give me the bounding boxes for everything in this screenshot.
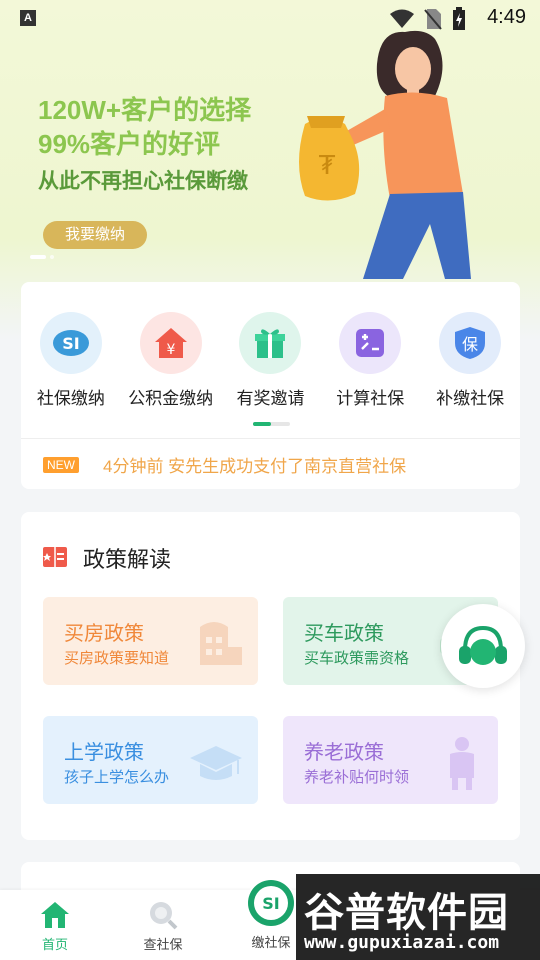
- svg-text:¥: ¥: [166, 342, 175, 358]
- policy-subtitle: 养老补贴何时领: [304, 769, 410, 786]
- policy-title: 养老政策: [304, 742, 384, 764]
- policy-house[interactable]: 买房政策 买房政策要知道: [43, 597, 258, 685]
- news-text: 4分钟前 安先生成功支付了南京直营社保: [103, 457, 407, 476]
- search-icon: [150, 902, 178, 930]
- tab-label: 首页: [41, 937, 68, 952]
- calculator-icon: [339, 312, 402, 374]
- svg-text:SI: SI: [62, 334, 79, 353]
- service-back-pay[interactable]: 保 补缴社保: [420, 312, 520, 409]
- service-label: 计算社保: [336, 389, 405, 408]
- gift-icon: [239, 312, 302, 374]
- policy-subtitle: 买房政策要知道: [64, 650, 170, 667]
- new-badge: NEW: [43, 456, 79, 473]
- watermark-url: www.gupuxiazai.com: [304, 932, 500, 953]
- policy-subtitle: 孩子上学怎么办: [64, 769, 170, 786]
- policy-book-icon: [43, 547, 67, 567]
- si-logo-icon: SI: [248, 880, 294, 926]
- policy-card: 政策解读 买房政策 买房政策要知道 买车政策 买车政策需资格 上学政策 孩子上学…: [21, 512, 520, 840]
- tab-home[interactable]: 首页: [10, 900, 100, 953]
- service-label: 有奖邀请: [236, 389, 305, 408]
- banner-headline-2: 99%客户的好评: [38, 129, 221, 159]
- policy-title: 买房政策: [64, 623, 144, 645]
- service-label: 社保缴纳: [36, 389, 105, 408]
- headset-icon: [459, 625, 507, 665]
- site-watermark: 谷普软件园 www.gupuxiazai.com: [296, 874, 540, 960]
- banner-indicator: [30, 255, 54, 259]
- pay-insurance-center-button[interactable]: SI: [246, 878, 296, 928]
- banner-dot-active: [30, 255, 46, 259]
- divider: [21, 438, 520, 439]
- service-calculate[interactable]: 计算社保: [320, 312, 420, 409]
- service-invite-reward[interactable]: 有奖邀请: [221, 312, 321, 409]
- building-icon: [200, 622, 242, 665]
- shield-bao-icon: 保: [439, 312, 502, 374]
- si-logo-icon: SI: [39, 312, 102, 374]
- services-card: SI 社保缴纳 ¥ 公积金缴纳 有奖邀请 计算社保 保 补缴社保 NEW 4分钟…: [21, 282, 520, 489]
- customer-service-button[interactable]: [441, 604, 525, 688]
- policy-title: 上学政策: [64, 742, 144, 764]
- policy-section-title: 政策解读: [83, 547, 172, 572]
- svg-text:SI: SI: [262, 894, 279, 913]
- elderly-icon: [450, 737, 474, 790]
- policy-pension[interactable]: 养老政策 养老补贴何时领: [283, 716, 498, 804]
- woman-money-bag-illustration: ₮: [299, 30, 471, 279]
- accessibility-indicator-icon: A: [20, 10, 36, 26]
- banner-headline-1: 120W+客户的选择: [38, 95, 252, 125]
- service-social-insurance[interactable]: SI 社保缴纳: [21, 312, 121, 409]
- svg-text:保: 保: [462, 335, 478, 354]
- watermark-brand: 谷普软件园: [304, 891, 509, 935]
- svg-text:₮: ₮: [319, 151, 336, 181]
- house-yen-icon: ¥: [139, 312, 202, 374]
- service-label: 补缴社保: [436, 389, 505, 408]
- service-housing-fund[interactable]: ¥ 公积金缴纳: [121, 312, 221, 409]
- tab-check-insurance[interactable]: 查社保: [118, 900, 208, 953]
- service-label: 公积金缴纳: [128, 389, 214, 408]
- tab-label: 缴社保: [251, 935, 291, 950]
- home-icon: [41, 902, 69, 928]
- tab-label: 查社保: [143, 937, 183, 952]
- banner-subtitle: 从此不再担心社保断缴: [38, 170, 248, 193]
- pager-active: [253, 422, 271, 426]
- service-grid: SI 社保缴纳 ¥ 公积金缴纳 有奖邀请 计算社保 保 补缴社保: [21, 312, 520, 409]
- graduation-cap-icon: [190, 746, 242, 780]
- status-time: 4:49: [487, 6, 526, 28]
- banner-dot: [50, 255, 54, 259]
- news-ticker[interactable]: NEW 4分钟前 安先生成功支付了南京直营社保: [43, 452, 406, 477]
- pay-now-button[interactable]: 我要缴纳: [43, 221, 147, 249]
- policy-school[interactable]: 上学政策 孩子上学怎么办: [43, 716, 258, 804]
- service-pager: [253, 422, 290, 426]
- policy-title: 买车政策: [304, 623, 384, 645]
- policy-subtitle: 买车政策需资格: [304, 650, 410, 667]
